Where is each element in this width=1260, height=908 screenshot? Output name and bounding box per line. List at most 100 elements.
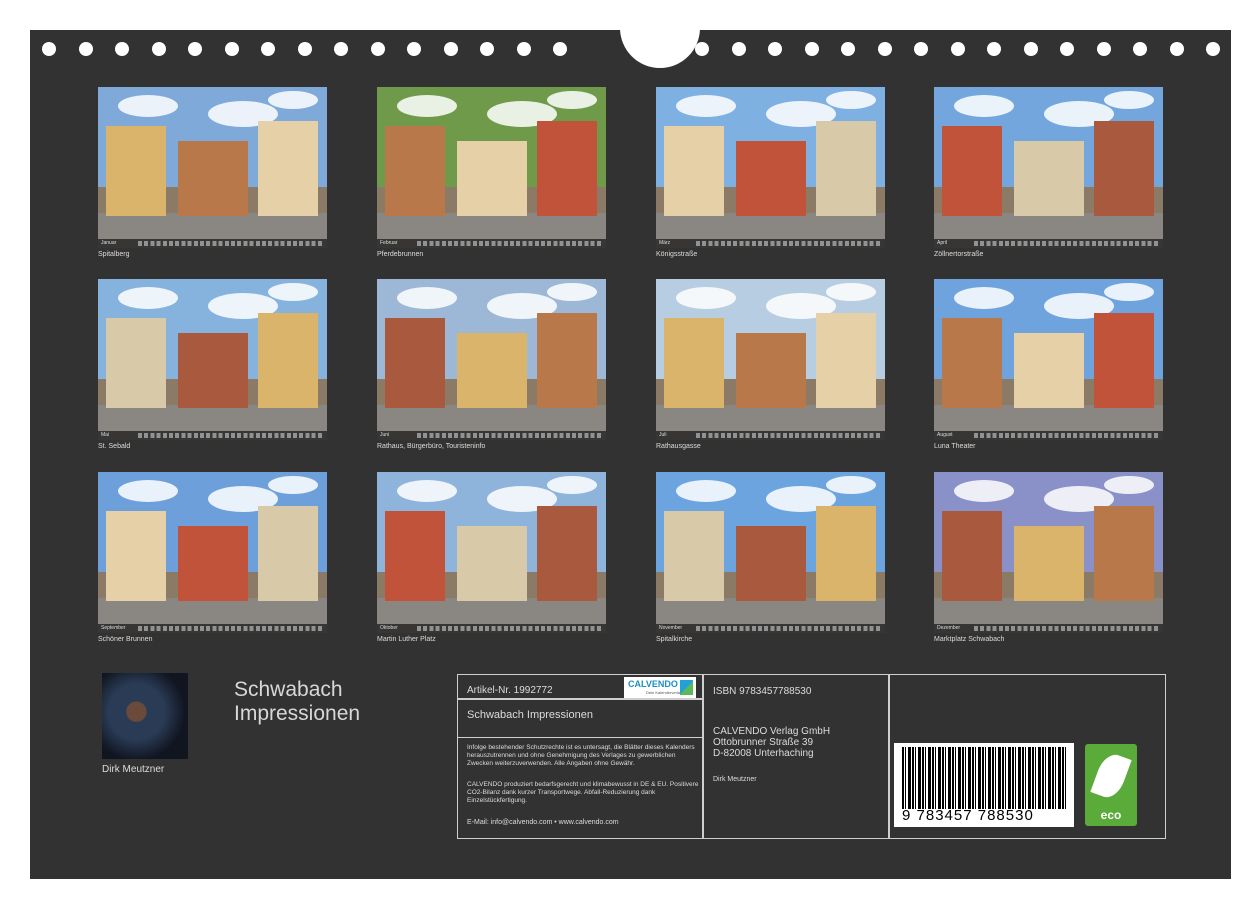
month-day-strip: Januar [98,239,327,248]
author-name: Dirk Meutzner [102,764,165,775]
leaf-icon [1090,750,1132,802]
month-day-strip: Dezember [934,624,1163,633]
binding-hole [261,42,275,56]
binding-hole [224,42,239,56]
binding-hole [480,42,494,56]
month-photo: Dezember [934,472,1163,633]
binding-hole [78,42,93,56]
binding-hole [553,42,567,56]
month-label: Juli [659,432,667,438]
binding-hole [443,42,458,56]
binding-hole [115,42,129,56]
month-photo: August [934,279,1163,440]
month-caption: Spitalberg [98,251,130,258]
month-day-strip: April [934,239,1163,248]
month-day-strip: August [934,431,1163,440]
binding-hole [407,42,421,56]
calendar-back-cover: Januar Spitalberg Februar Pferdebrunnen März… [30,0,1231,879]
month-label: Januar [101,240,117,246]
month-caption: Schöner Brunnen [98,636,153,643]
contact-line: E-Mail: info@calvendo.com • www.calvendo… [467,819,619,826]
binding-hole [370,42,385,56]
month-photo: Juli [656,279,885,440]
month-photo: Juni [377,279,606,440]
month-caption: St. Sebald [98,443,131,450]
logo-word: CALVENDO [628,679,678,689]
publisher-city: D-82008 Unterhaching [713,748,814,759]
title-line-2: Impressionen [234,702,361,725]
binding-hole [1060,42,1074,56]
calendar-title: Schwabach Impressionen [234,678,360,726]
month-label: April [937,240,948,246]
eco-badge: eco [1085,744,1137,826]
article-number: Artikel-Nr. 1992772 [467,685,553,696]
publisher-name: CALVENDO Verlag GmbH [713,726,831,737]
month-day-strip: Mai [98,431,327,440]
binding-hole [1169,42,1184,56]
binding-hole [731,42,746,56]
month-photo: September [98,472,327,633]
title-line-1: Schwabach [234,678,343,701]
month-day-strip: Oktober [377,624,606,633]
binding-hole [950,42,965,56]
month-label: September [101,625,126,631]
month-day-strip: Juni [377,431,606,440]
binding-hole [1133,42,1147,56]
month-photo: Oktober [377,472,606,633]
author-credit: Dirk Meutzner [713,776,757,783]
month-caption: Luna Theater [934,443,976,450]
binding-hole [877,42,892,56]
month-photo: April [934,87,1163,248]
binding-hole [188,42,202,56]
binding-hole [151,42,166,56]
publisher-address: CALVENDO Verlag GmbH Ottobrunner Straße … [713,726,830,759]
eco-label: eco [1100,808,1122,822]
legal-notice: Infolge bestehender Schutzrechte ist es … [467,744,695,767]
month-caption: Königsstraße [656,251,698,258]
month-label: November [659,625,683,631]
barcode-bars [902,747,1066,809]
binding-hole [804,42,819,56]
month-caption: Pferdebrunnen [377,251,424,258]
eco-notice: CALVENDO produziert bedarfsgerecht und k… [467,781,699,804]
binding-hole [768,42,782,56]
calvendo-logo: CALVENDO Dein Kalenderverlag [624,677,696,699]
month-caption: Spitalkirche [656,636,693,643]
product-title: Schwabach Impressionen [467,709,593,721]
month-photo: Februar [377,87,606,248]
binding-hole [334,42,348,56]
month-caption: Marktplatz Schwabach [934,636,1005,643]
month-caption: Martin Luther Platz [377,636,436,643]
binding-hole [841,42,855,56]
author-avatar [102,673,188,759]
month-day-strip: März [656,239,885,248]
binding-hole [987,42,1001,56]
month-day-strip: Februar [377,239,606,248]
binding-hole [297,42,312,56]
binding-hole [914,42,928,56]
month-label: März [659,240,671,246]
hanger-cutout [620,0,700,68]
month-day-strip: Juli [656,431,885,440]
logo-subtitle: Dein Kalenderverlag [646,690,683,695]
month-label: Oktober [380,625,398,631]
month-label: Februar [380,240,398,246]
binding-hole [695,42,709,56]
month-label: Mai [101,432,110,438]
month-photo: Januar [98,87,327,248]
month-photo: Mai [98,279,327,440]
month-day-strip: September [98,624,327,633]
barcode-digits: 9 783457 788530 [902,807,1034,824]
binding-hole [1096,42,1111,56]
month-label: Juni [380,432,390,438]
month-photo: März [656,87,885,248]
binding-hole [42,42,56,56]
isbn: ISBN 9783457788530 [713,686,812,697]
month-day-strip: November [656,624,885,633]
publisher-street: Ottobrunner Straße 39 [713,737,814,748]
month-caption: Rathaus, Bürgerbüro, Touristeninfo [377,443,486,450]
isbn-barcode: 9 783457 788530 [894,743,1074,827]
month-caption: Rathausgasse [656,443,701,450]
month-label: August [937,432,953,438]
month-label: Dezember [937,625,961,631]
